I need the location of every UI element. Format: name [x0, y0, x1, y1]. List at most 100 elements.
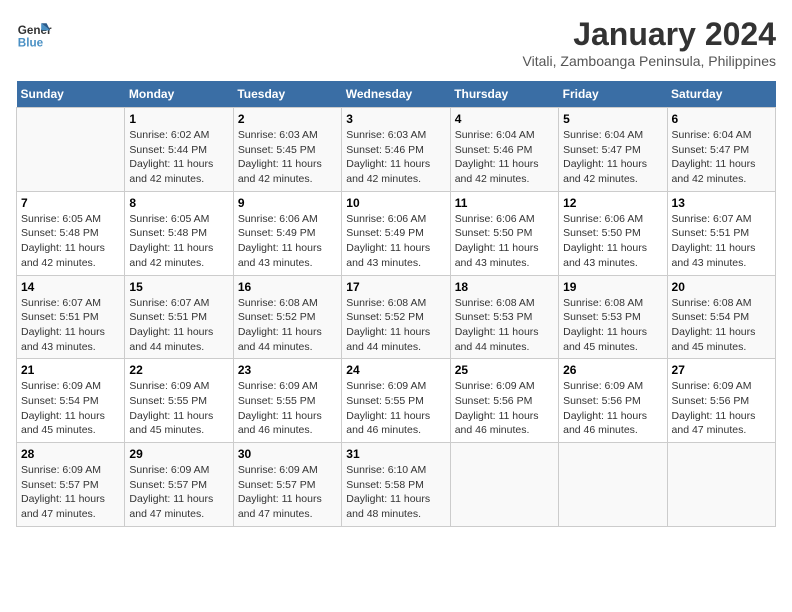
day-number: 4 — [455, 112, 554, 126]
calendar-cell — [17, 108, 125, 192]
day-info: Sunrise: 6:08 AMSunset: 5:52 PMDaylight:… — [238, 296, 337, 355]
day-number: 17 — [346, 280, 445, 294]
day-info: Sunrise: 6:08 AMSunset: 5:52 PMDaylight:… — [346, 296, 445, 355]
day-info: Sunrise: 6:07 AMSunset: 5:51 PMDaylight:… — [129, 296, 228, 355]
day-number: 21 — [21, 363, 120, 377]
calendar-cell — [667, 443, 775, 527]
calendar-cell: 12Sunrise: 6:06 AMSunset: 5:50 PMDayligh… — [559, 191, 667, 275]
page-header: General Blue January 2024 Vitali, Zamboa… — [16, 16, 776, 69]
day-number: 9 — [238, 196, 337, 210]
week-row-3: 14 Sunrise: 6:07 AMSunset: 5:51 PMDayligh… — [17, 275, 776, 359]
day-header-saturday: Saturday — [667, 81, 775, 108]
day-header-tuesday: Tuesday — [233, 81, 341, 108]
day-info: Sunrise: 6:08 AMSunset: 5:53 PMDaylight:… — [563, 296, 662, 355]
day-info: Sunrise: 6:06 AMSunset: 5:50 PMDaylight:… — [563, 212, 662, 271]
day-number: 13 — [672, 196, 771, 210]
day-number: 1 — [129, 112, 228, 126]
calendar-cell: 27Sunrise: 6:09 AMSunset: 5:56 PMDayligh… — [667, 359, 775, 443]
day-number: 31 — [346, 447, 445, 461]
month-year-title: January 2024 — [523, 16, 776, 53]
day-number: 15 — [129, 280, 228, 294]
day-info: Sunrise: 6:09 AMSunset: 5:55 PMDaylight:… — [129, 379, 228, 438]
calendar-cell: 1 Sunrise: 6:02 AMSunset: 5:44 PMDaylight… — [125, 108, 233, 192]
calendar-cell: 8 Sunrise: 6:05 AMSunset: 5:48 PMDaylight… — [125, 191, 233, 275]
day-number: 3 — [346, 112, 445, 126]
day-number: 25 — [455, 363, 554, 377]
calendar-cell: 4 Sunrise: 6:04 AMSunset: 5:46 PMDaylight… — [450, 108, 558, 192]
day-info: Sunrise: 6:09 AMSunset: 5:56 PMDaylight:… — [672, 379, 771, 438]
location-subtitle: Vitali, Zamboanga Peninsula, Philippines — [523, 53, 776, 69]
day-info: Sunrise: 6:08 AMSunset: 5:53 PMDaylight:… — [455, 296, 554, 355]
calendar-cell: 14 Sunrise: 6:07 AMSunset: 5:51 PMDayligh… — [17, 275, 125, 359]
day-info: Sunrise: 6:06 AMSunset: 5:50 PMDaylight:… — [455, 212, 554, 271]
calendar-cell — [450, 443, 558, 527]
calendar-cell: 3 Sunrise: 6:03 AMSunset: 5:46 PMDaylight… — [342, 108, 450, 192]
calendar-cell: 10Sunrise: 6:06 AMSunset: 5:49 PMDayligh… — [342, 191, 450, 275]
day-info: Sunrise: 6:05 AMSunset: 5:48 PMDaylight:… — [21, 212, 120, 271]
calendar-cell: 16 Sunrise: 6:08 AMSunset: 5:52 PMDayligh… — [233, 275, 341, 359]
day-number: 6 — [672, 112, 771, 126]
calendar-cell: 7 Sunrise: 6:05 AMSunset: 5:48 PMDaylight… — [17, 191, 125, 275]
day-number: 10 — [346, 196, 445, 210]
day-number: 20 — [672, 280, 771, 294]
day-info: Sunrise: 6:02 AMSunset: 5:44 PMDaylight:… — [129, 128, 228, 187]
calendar-cell: 26 Sunrise: 6:09 AMSunset: 5:56 PMDayligh… — [559, 359, 667, 443]
day-info: Sunrise: 6:09 AMSunset: 5:56 PMDaylight:… — [455, 379, 554, 438]
calendar-cell: 23Sunrise: 6:09 AMSunset: 5:55 PMDayligh… — [233, 359, 341, 443]
calendar-cell: 29 Sunrise: 6:09 AMSunset: 5:57 PMDayligh… — [125, 443, 233, 527]
day-header-thursday: Thursday — [450, 81, 558, 108]
calendar-cell: 21 Sunrise: 6:09 AMSunset: 5:54 PMDayligh… — [17, 359, 125, 443]
calendar-cell — [559, 443, 667, 527]
calendar-cell: 28 Sunrise: 6:09 AMSunset: 5:57 PMDayligh… — [17, 443, 125, 527]
day-number: 22 — [129, 363, 228, 377]
day-info: Sunrise: 6:09 AMSunset: 5:57 PMDaylight:… — [21, 463, 120, 522]
day-number: 8 — [129, 196, 228, 210]
week-row-2: 7 Sunrise: 6:05 AMSunset: 5:48 PMDaylight… — [17, 191, 776, 275]
calendar-cell: 25 Sunrise: 6:09 AMSunset: 5:56 PMDayligh… — [450, 359, 558, 443]
week-row-1: 1 Sunrise: 6:02 AMSunset: 5:44 PMDaylight… — [17, 108, 776, 192]
calendar-cell: 22 Sunrise: 6:09 AMSunset: 5:55 PMDayligh… — [125, 359, 233, 443]
header-row: SundayMondayTuesdayWednesdayThursdayFrid… — [17, 81, 776, 108]
day-info: Sunrise: 6:09 AMSunset: 5:56 PMDaylight:… — [563, 379, 662, 438]
day-info: Sunrise: 6:05 AMSunset: 5:48 PMDaylight:… — [129, 212, 228, 271]
day-info: Sunrise: 6:07 AMSunset: 5:51 PMDaylight:… — [672, 212, 771, 271]
day-info: Sunrise: 6:04 AMSunset: 5:47 PMDaylight:… — [672, 128, 771, 187]
day-number: 29 — [129, 447, 228, 461]
day-number: 30 — [238, 447, 337, 461]
day-info: Sunrise: 6:04 AMSunset: 5:46 PMDaylight:… — [455, 128, 554, 187]
calendar-cell: 6 Sunrise: 6:04 AMSunset: 5:47 PMDaylight… — [667, 108, 775, 192]
logo-icon: General Blue — [16, 16, 52, 52]
calendar-cell: 31Sunrise: 6:10 AMSunset: 5:58 PMDayligh… — [342, 443, 450, 527]
day-header-sunday: Sunday — [17, 81, 125, 108]
day-info: Sunrise: 6:04 AMSunset: 5:47 PMDaylight:… — [563, 128, 662, 187]
calendar-cell: 11 Sunrise: 6:06 AMSunset: 5:50 PMDayligh… — [450, 191, 558, 275]
day-number: 26 — [563, 363, 662, 377]
calendar-cell: 5Sunrise: 6:04 AMSunset: 5:47 PMDaylight… — [559, 108, 667, 192]
day-number: 28 — [21, 447, 120, 461]
calendar-cell: 2Sunrise: 6:03 AMSunset: 5:45 PMDaylight… — [233, 108, 341, 192]
day-number: 16 — [238, 280, 337, 294]
day-header-wednesday: Wednesday — [342, 81, 450, 108]
day-header-friday: Friday — [559, 81, 667, 108]
svg-text:Blue: Blue — [18, 37, 44, 50]
day-info: Sunrise: 6:03 AMSunset: 5:45 PMDaylight:… — [238, 128, 337, 187]
calendar-cell: 30Sunrise: 6:09 AMSunset: 5:57 PMDayligh… — [233, 443, 341, 527]
calendar-cell: 20 Sunrise: 6:08 AMSunset: 5:54 PMDayligh… — [667, 275, 775, 359]
day-number: 14 — [21, 280, 120, 294]
calendar-cell: 13 Sunrise: 6:07 AMSunset: 5:51 PMDayligh… — [667, 191, 775, 275]
day-info: Sunrise: 6:03 AMSunset: 5:46 PMDaylight:… — [346, 128, 445, 187]
week-row-4: 21 Sunrise: 6:09 AMSunset: 5:54 PMDayligh… — [17, 359, 776, 443]
day-number: 23 — [238, 363, 337, 377]
day-info: Sunrise: 6:09 AMSunset: 5:57 PMDaylight:… — [129, 463, 228, 522]
calendar-cell: 19Sunrise: 6:08 AMSunset: 5:53 PMDayligh… — [559, 275, 667, 359]
day-info: Sunrise: 6:09 AMSunset: 5:54 PMDaylight:… — [21, 379, 120, 438]
week-row-5: 28 Sunrise: 6:09 AMSunset: 5:57 PMDayligh… — [17, 443, 776, 527]
day-header-monday: Monday — [125, 81, 233, 108]
calendar-cell: 9 Sunrise: 6:06 AMSunset: 5:49 PMDaylight… — [233, 191, 341, 275]
day-number: 7 — [21, 196, 120, 210]
calendar-table: SundayMondayTuesdayWednesdayThursdayFrid… — [16, 81, 776, 527]
day-info: Sunrise: 6:06 AMSunset: 5:49 PMDaylight:… — [238, 212, 337, 271]
day-number: 11 — [455, 196, 554, 210]
day-info: Sunrise: 6:07 AMSunset: 5:51 PMDaylight:… — [21, 296, 120, 355]
day-info: Sunrise: 6:08 AMSunset: 5:54 PMDaylight:… — [672, 296, 771, 355]
